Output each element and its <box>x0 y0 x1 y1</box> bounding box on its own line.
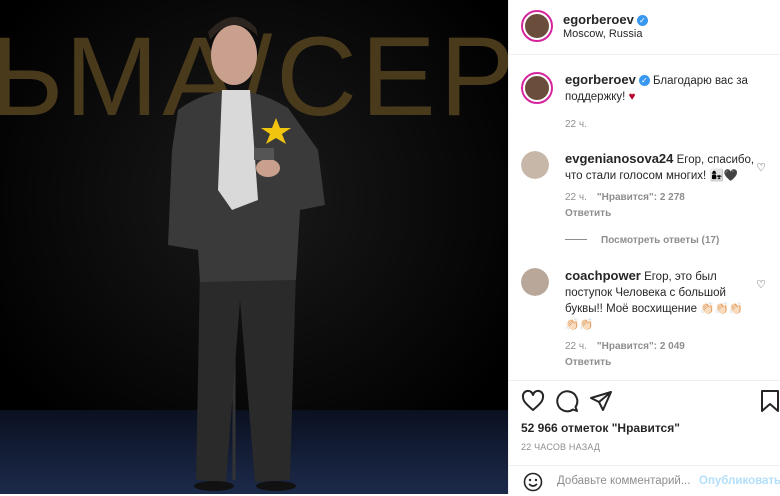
comment-username[interactable]: evgenianosova24 <box>565 151 673 166</box>
heart-emoji: ♥ <box>628 91 636 103</box>
figure-hand <box>256 159 280 177</box>
comment-input[interactable]: Добавьте комментарий... <box>557 475 690 487</box>
comment-time: 22 ч. <box>565 119 587 130</box>
likes-count[interactable]: 52 966 отметок "Нравится" <box>521 421 680 435</box>
replies-divider <box>565 239 587 240</box>
figure-head <box>211 25 257 85</box>
comment-username[interactable]: egorberoev <box>565 72 636 87</box>
verified-badge-icon: ✓ <box>638 75 650 86</box>
publish-button[interactable]: Опубликовать <box>699 475 780 487</box>
verified-badge-icon: ✓ <box>636 15 648 26</box>
comment-icon[interactable] <box>555 389 579 413</box>
view-replies[interactable]: Посмотреть ответы (17) <box>565 235 719 246</box>
post-photo[interactable]: ЬМА/СЕРИА <box>0 0 508 494</box>
post-time[interactable]: 22 ЧАСОВ НАЗАД <box>521 442 600 452</box>
comment-avatar[interactable] <box>521 151 549 179</box>
award-object <box>254 148 274 160</box>
share-icon[interactable] <box>589 389 613 413</box>
comments-list[interactable]: egorberoev ✓ Благодарю вас за поддержку! … <box>509 55 780 379</box>
comment-likes[interactable]: "Нравится": 2 278 <box>597 192 685 203</box>
bookmark-icon[interactable] <box>759 389 780 413</box>
like-comment-heart-icon[interactable]: ♡ <box>756 161 766 174</box>
author-avatar[interactable] <box>521 10 553 42</box>
caption-avatar[interactable] <box>521 72 553 104</box>
reply-button[interactable]: Ответить <box>565 206 755 222</box>
photo-scene: ЬМА/СЕРИА <box>0 0 508 494</box>
comment-likes[interactable]: "Нравится": 2 049 <box>597 341 685 352</box>
like-comment-heart-icon[interactable]: ♡ <box>756 278 766 291</box>
comment-time: 22 ч. <box>565 192 587 203</box>
post-header: egorberoev ✓ Moscow, Russia <box>509 0 780 55</box>
emoji-icon[interactable] <box>523 472 543 492</box>
comment-emoji: 👩‍👧🖤 <box>709 170 739 182</box>
post-side-panel: egorberoev ✓ Moscow, Russia egorberoev ✓ Б… <box>508 0 780 494</box>
reply-button[interactable]: Ответить <box>565 355 755 371</box>
comment-time: 22 ч. <box>565 341 587 352</box>
comment-avatar[interactable] <box>521 268 549 296</box>
add-comment-bar: Добавьте комментарий... Опубликовать <box>509 465 780 496</box>
view-replies-label: Посмотреть ответы (17) <box>601 235 720 246</box>
heart-icon[interactable] <box>521 389 545 413</box>
post-location[interactable]: Moscow, Russia <box>563 28 642 40</box>
comment-username[interactable]: coachpower <box>565 268 641 283</box>
author-username[interactable]: egorberoev <box>563 12 634 27</box>
post-actions: 52 966 отметок "Нравится" 22 ЧАСОВ НАЗАД… <box>509 380 780 495</box>
